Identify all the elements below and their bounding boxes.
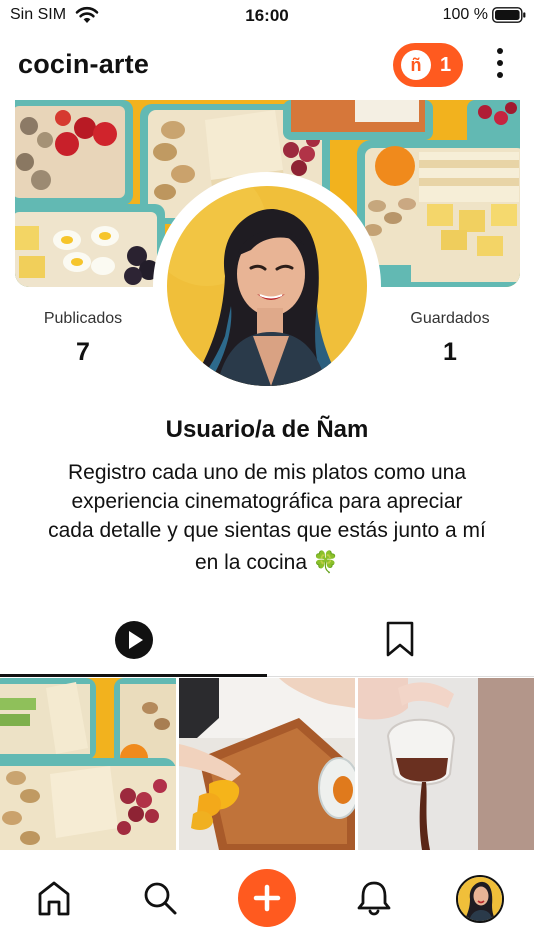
nav-profile-avatar[interactable]	[456, 875, 504, 923]
app-header: cocin-arte ñ 1	[0, 40, 534, 92]
battery-icon	[492, 7, 526, 23]
coins-button[interactable]: ñ 1	[393, 43, 463, 87]
coin-count: 1	[440, 53, 452, 76]
active-tab-indicator	[0, 674, 267, 677]
tab-saved[interactable]	[267, 614, 534, 678]
profile-bio: Registro cada uno de mis platos como una…	[10, 458, 524, 577]
bottom-nav	[0, 852, 534, 950]
bio-line: experiencia cinematográfica para aprecia…	[71, 490, 463, 513]
create-post-button[interactable]	[238, 869, 296, 927]
battery-percent: 100 %	[442, 6, 488, 23]
saved-count: 1	[443, 338, 457, 366]
published-stat[interactable]: Publicados 7	[3, 310, 163, 367]
bio-line: cada detalle y que sientas que estás jun…	[48, 519, 486, 542]
saved-stat[interactable]: Guardados 1	[370, 310, 530, 367]
home-icon	[38, 881, 70, 916]
profile-name: Usuario/a de Ñam	[165, 416, 369, 443]
profile-tabs	[0, 614, 534, 678]
nav-search[interactable]	[140, 878, 180, 918]
nav-home[interactable]	[34, 878, 74, 918]
bio-line: en la cocina 🍀	[10, 548, 524, 577]
tab-videos[interactable]	[0, 614, 267, 678]
post-grid	[0, 678, 534, 850]
clover-emoji: 🍀	[312, 551, 340, 574]
bell-icon	[357, 881, 391, 916]
bio-line-text: en la cocina	[194, 551, 308, 574]
page-title: cocin-arte	[18, 49, 150, 79]
bookmark-icon	[386, 621, 414, 657]
bio-line: Registro cada uno de mis platos como una	[67, 461, 467, 484]
published-label: Publicados	[43, 310, 123, 327]
search-icon	[144, 882, 177, 915]
post-thumbnail[interactable]	[358, 678, 534, 850]
post-thumbnail[interactable]	[179, 678, 355, 850]
saved-label: Guardados	[410, 310, 490, 327]
profile-avatar[interactable]	[167, 186, 367, 386]
plus-icon	[253, 884, 281, 912]
nav-notifications[interactable]	[354, 878, 394, 918]
play-circle-icon	[115, 621, 153, 659]
post-thumbnail[interactable]	[0, 678, 176, 850]
published-count: 7	[76, 338, 90, 366]
more-options-icon[interactable]	[496, 48, 504, 82]
coin-icon: ñ	[401, 50, 431, 80]
status-bar: Sin SIM 16:00 100 %	[0, 0, 534, 32]
